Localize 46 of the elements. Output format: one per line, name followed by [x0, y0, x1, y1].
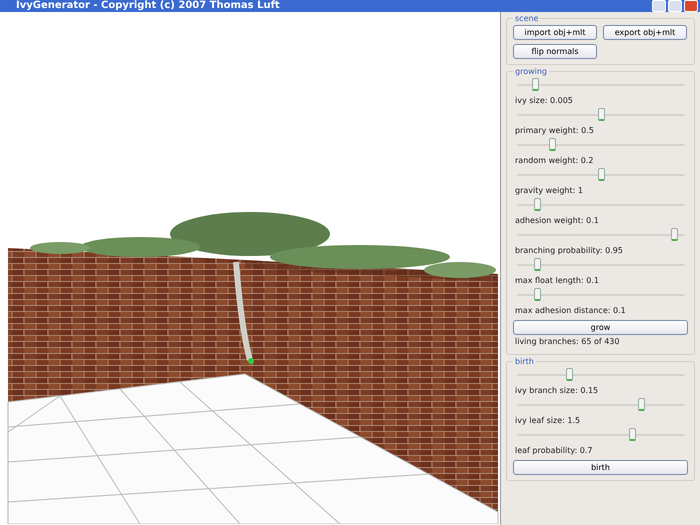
slider[interactable]	[517, 108, 684, 124]
slider-label: leaf probability: 0.7	[515, 446, 594, 456]
slider-thumb[interactable]	[629, 428, 636, 441]
slider[interactable]	[517, 168, 684, 184]
slider-label: branching probability: 0.95	[515, 246, 624, 256]
minimize-icon[interactable]	[652, 0, 666, 12]
window-title: IvyGenerator - Copyright (c) 2007 Thomas Luft	[15, 0, 280, 12]
slider-thumb[interactable]	[534, 258, 542, 271]
status-text: living branches: 65 of 430	[515, 337, 620, 347]
slider[interactable]	[517, 288, 684, 304]
slider-label: ivy size: 0.005	[515, 96, 574, 106]
slider-thumb[interactable]	[670, 228, 678, 241]
slider-label: ivy leaf size: 1.5	[515, 416, 582, 426]
slider-label: primary weight: 0.5	[515, 126, 595, 136]
action-button[interactable]: grow	[513, 320, 688, 335]
slider[interactable]	[517, 228, 684, 244]
slider[interactable]	[517, 428, 684, 444]
slider-label: max float length: 0.1	[515, 276, 600, 286]
slider[interactable]	[517, 198, 684, 214]
slider-thumb[interactable]	[598, 108, 604, 121]
action-button[interactable]: export obj+mlt	[603, 25, 687, 40]
action-button[interactable]: flip normals	[513, 44, 597, 59]
3d-viewport[interactable]	[0, 12, 501, 525]
slider[interactable]	[517, 138, 684, 154]
slider-thumb[interactable]	[638, 398, 645, 411]
slider[interactable]	[517, 368, 684, 384]
slider-thumb[interactable]	[532, 78, 540, 91]
slider-label: ivy branch size: 0.15	[515, 386, 600, 396]
action-button[interactable]: birth	[513, 460, 688, 475]
group-title: scene	[514, 14, 540, 23]
slider-label: random weight: 0.2	[515, 156, 595, 166]
close-icon[interactable]	[684, 0, 698, 12]
action-button[interactable]: import obj+mlt	[513, 25, 597, 40]
slider-label: adhesion weight: 0.1	[515, 216, 600, 226]
slider-thumb[interactable]	[549, 138, 556, 151]
slider[interactable]	[517, 78, 684, 94]
slider-thumb[interactable]	[534, 198, 542, 211]
slider-label: max adhesion distance: 0.1	[515, 306, 627, 316]
slider-thumb[interactable]	[566, 368, 573, 381]
slider-thumb[interactable]	[598, 168, 604, 181]
group-title: birth	[514, 357, 535, 366]
slider[interactable]	[517, 258, 684, 274]
slider[interactable]	[517, 398, 684, 414]
slider-thumb[interactable]	[534, 288, 542, 301]
group-title: growing	[514, 67, 548, 76]
slider-label: gravity weight: 1	[515, 186, 584, 196]
